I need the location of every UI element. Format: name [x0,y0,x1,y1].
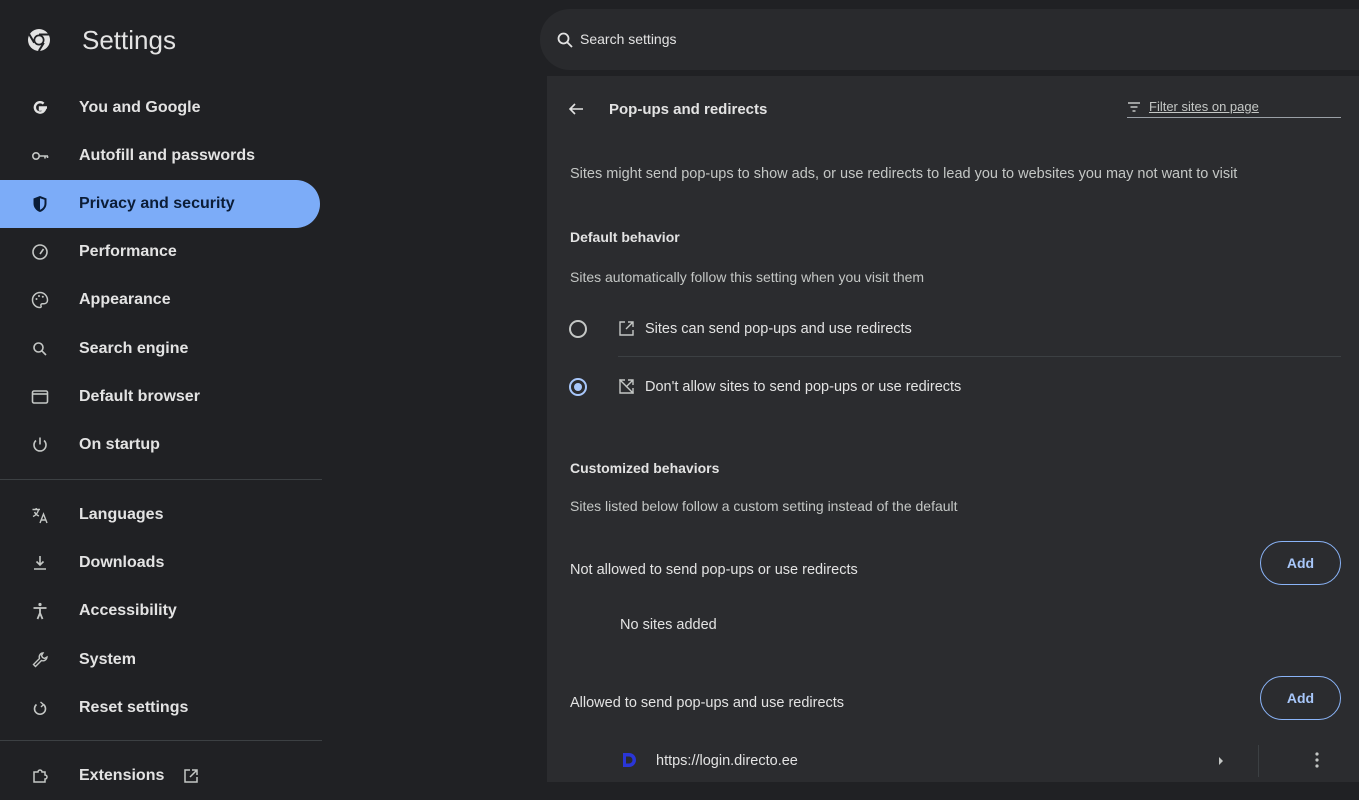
shield-icon [33,196,47,212]
sidebar-item-on-startup[interactable]: On startup [0,421,320,469]
page-header: Pop-ups and redirects Filter sites on pa… [547,76,1359,142]
sidebar-item-reset-settings[interactable]: Reset settings [0,684,320,732]
sidebar-item-accessibility[interactable]: Accessibility [0,587,320,635]
row-divider [618,356,1341,357]
radio-block-popups[interactable]: Don't allow sites to send pop-ups or use… [547,366,1359,406]
translate-icon [32,508,48,524]
sidebar-item-languages[interactable]: Languages [0,491,320,539]
key-icon [31,152,49,161]
google-g-icon [33,101,47,114]
download-icon [34,556,46,570]
add-allowed-site-button[interactable]: Add [1260,676,1341,720]
not-allowed-list-label: Not allowed to send pop-ups or use redir… [570,562,858,578]
power-icon [33,437,47,452]
search-input[interactable]: Search settings [580,31,677,47]
sidebar-item-privacy-and-security[interactable]: Privacy and security [0,180,320,228]
sidebar-item-default-browser[interactable]: Default browser [0,373,320,421]
section-title: Pop-ups and redirects [609,101,768,118]
no-sites-text: No sites added [620,617,717,633]
filter-sites-input[interactable]: Filter sites on page [1127,98,1341,118]
browser-window-icon [31,390,49,404]
sidebar: You and Google Autofill and passwords Pr… [0,76,330,784]
top-bar: Settings Search settings [0,0,1359,76]
default-behavior-subtitle: Sites automatically follow this setting … [570,269,925,285]
page-description: Sites might send pop-ups to show ads, or… [570,166,1238,182]
customized-behaviors-heading: Customized behaviors [570,460,720,476]
sidebar-item-system[interactable]: System [0,636,320,684]
popup-blocked-icon [619,379,634,394]
directo-favicon-icon [623,753,636,767]
open-in-new-icon [184,769,198,783]
radio-allow-popups[interactable]: Sites can send pop-ups and use redirects [547,308,1359,348]
customized-behaviors-subtitle: Sites listed below follow a custom setti… [570,498,958,514]
main-panel: Pop-ups and redirects Filter sites on pa… [547,76,1359,782]
search-settings-box[interactable]: Search settings [540,9,1359,70]
search-icon [557,32,573,48]
accessibility-icon [33,602,47,620]
site-url[interactable]: https://login.directo.ee [656,753,798,769]
palette-icon [31,291,49,309]
back-arrow-icon[interactable] [567,100,585,118]
filter-icon [1128,102,1140,112]
search-icon [33,342,47,356]
filter-placeholder: Filter sites on page [1149,99,1259,114]
open-in-new-icon [619,321,634,336]
sidebar-item-performance[interactable]: Performance [0,228,320,276]
page-title: Settings [82,25,176,55]
sidebar-divider [0,479,322,480]
chrome-logo-icon [28,29,50,52]
default-behavior-heading: Default behavior [570,229,680,245]
speedometer-icon [32,244,48,260]
sidebar-item-appearance[interactable]: Appearance [0,276,320,324]
sidebar-item-extensions[interactable]: Extensions [0,752,320,800]
sidebar-item-search-engine[interactable]: Search engine [0,325,320,373]
puzzle-icon [33,769,48,783]
site-row[interactable]: https://login.directo.ee [547,740,1359,782]
sidebar-item-downloads[interactable]: Downloads [0,539,320,587]
more-vert-icon[interactable] [1307,750,1327,770]
allowed-list-label: Allowed to send pop-ups and use redirect… [570,695,845,711]
radio-button-checked[interactable] [569,378,587,396]
separator [1258,745,1259,777]
add-blocked-site-button[interactable]: Add [1260,541,1341,585]
sidebar-divider [0,740,322,741]
reset-icon [33,701,47,716]
sidebar-item-you-and-google[interactable]: You and Google [0,84,320,132]
arrow-right-icon[interactable] [1217,756,1225,766]
radio-button[interactable] [569,320,587,338]
sidebar-item-autofill[interactable]: Autofill and passwords [0,132,320,180]
wrench-icon [32,652,48,668]
